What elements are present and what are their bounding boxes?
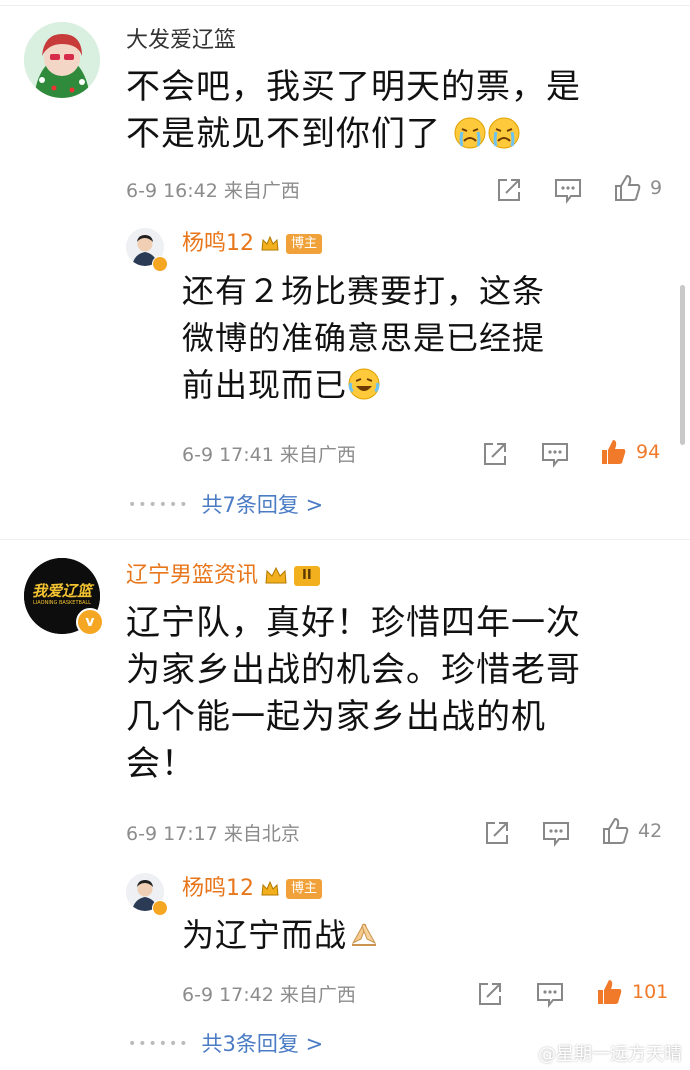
comment-button[interactable] xyxy=(540,439,570,473)
comment-icon xyxy=(555,179,581,204)
share-icon xyxy=(484,443,506,465)
comment-username[interactable]: 大发爱辽篮 xyxy=(126,27,236,55)
reply-author-row: 杨鸣12 博主 xyxy=(182,230,323,258)
level-badge: II xyxy=(294,566,320,586)
thumbs-up-icon xyxy=(615,174,641,201)
comment-text-line: 不会吧，我买了明天的票，是 xyxy=(126,67,581,107)
like-count: 42 xyxy=(638,820,663,842)
avatar-logo-subtext: LIAONING BASKETBALL xyxy=(33,600,91,606)
avatar[interactable] xyxy=(24,22,100,98)
comment-text-line: 会！ xyxy=(126,744,196,784)
share-button[interactable] xyxy=(480,439,510,473)
thumbs-up-filled-icon xyxy=(598,980,622,1004)
comment-text: 辽宁队，真好！珍惜四年一次 为家乡出战的机会。珍惜老哥 几个能一起为家乡出战的机… xyxy=(126,600,686,788)
clasped-hands-icon xyxy=(347,917,381,951)
verified-icon xyxy=(152,256,168,272)
share-icon xyxy=(479,983,501,1005)
crying-face-icon xyxy=(487,116,521,150)
reply-text: 还有２场比赛要打，这条 微博的准确意思是已经提 前出现而已 xyxy=(182,268,662,409)
reply-text-line: 为辽宁而战 xyxy=(182,916,348,954)
more-replies-row[interactable]: •••••• 共3条回复 > xyxy=(128,1031,323,1057)
like-button[interactable]: 101 xyxy=(594,977,668,1007)
comment-button[interactable] xyxy=(541,818,571,852)
author-badge: 博主 xyxy=(286,234,323,254)
avatar-logo-text: 我爱辽篮 xyxy=(31,582,92,600)
more-replies-link[interactable]: 共7条回复 > xyxy=(202,492,324,518)
crown-icon xyxy=(261,880,279,896)
reply-text-line: 前出现而已 xyxy=(182,366,348,404)
watermark: @星期一远方天晴 xyxy=(512,1040,682,1066)
comment-text-line: 为家乡出战的机会。珍惜老哥 xyxy=(126,650,581,690)
comment-username[interactable]: 辽宁男篮资讯 xyxy=(126,562,258,590)
thumbs-up-icon xyxy=(603,817,629,844)
avatar-illustration xyxy=(24,22,100,98)
comment-meta: 6-9 16:42 来自广西 xyxy=(126,180,300,202)
more-replies-link[interactable]: 共3条回复 > xyxy=(202,1031,324,1057)
dots-divider: •••••• xyxy=(128,1036,190,1052)
like-count: 94 xyxy=(636,441,661,463)
like-button[interactable]: 42 xyxy=(600,816,662,846)
reply-text-line-with-emoji: 为辽宁而战 xyxy=(182,912,662,959)
reply-meta: 6-9 17:41 来自广西 xyxy=(182,444,356,466)
scrollbar[interactable] xyxy=(680,285,685,445)
comment-button[interactable] xyxy=(553,175,583,209)
crown-icon xyxy=(265,566,287,584)
share-icon xyxy=(498,179,520,201)
comment-divider xyxy=(0,539,690,540)
reply-text-line: 微博的准确意思是已经提 xyxy=(182,319,546,357)
comment-text-line: 辽宁队，真好！珍惜四年一次 xyxy=(126,603,581,643)
crown-icon xyxy=(261,235,279,251)
share-icon xyxy=(486,822,508,844)
comment-text-line: 几个能一起为家乡出战的机 xyxy=(126,697,546,737)
watermark-text: @星期一远方天晴 xyxy=(538,1044,682,1065)
like-button[interactable]: 94 xyxy=(598,437,660,467)
comment-icon xyxy=(537,983,563,1008)
comment-button[interactable] xyxy=(535,979,565,1013)
reply-author-row: 杨鸣12 博主 xyxy=(182,875,323,903)
like-count: 101 xyxy=(632,981,669,1003)
author-row: 辽宁男篮资讯 II xyxy=(126,562,320,590)
comment-icon xyxy=(542,443,568,468)
comment-text-line: 不是就见不到你们了 xyxy=(126,114,441,154)
weibo-logo-icon xyxy=(512,1045,533,1062)
reply-username[interactable]: 杨鸣12 xyxy=(182,230,254,258)
top-divider xyxy=(0,5,690,6)
reply-text: 为辽宁而战 xyxy=(182,912,662,959)
comment-text: 不会吧，我买了明天的票，是 不是就见不到你们了 xyxy=(126,64,676,158)
reply-text-line-with-emoji: 前出现而已 xyxy=(182,362,662,409)
reply-text-line: 还有２场比赛要打，这条 xyxy=(182,272,546,310)
dots-divider: •••••• xyxy=(128,497,190,513)
laughing-tears-icon xyxy=(347,367,381,401)
share-button[interactable] xyxy=(482,818,512,852)
comment-meta: 6-9 17:17 来自北京 xyxy=(126,823,300,845)
comment-icon xyxy=(543,822,569,847)
reply-meta: 6-9 17:42 来自广西 xyxy=(182,984,356,1006)
like-button[interactable]: 9 xyxy=(612,173,662,203)
comment-text-line-with-emoji: 不是就见不到你们了 xyxy=(126,111,676,158)
share-button[interactable] xyxy=(494,175,524,209)
more-replies-row[interactable]: •••••• 共7条回复 > xyxy=(128,492,323,518)
like-count: 9 xyxy=(650,177,663,199)
verified-icon xyxy=(152,900,168,916)
reply-username[interactable]: 杨鸣12 xyxy=(182,875,254,903)
thumbs-up-filled-icon xyxy=(602,440,626,464)
crying-face-icon xyxy=(453,116,487,150)
verified-icon: v xyxy=(76,608,104,636)
author-badge: 博主 xyxy=(286,879,323,899)
share-button[interactable] xyxy=(475,979,505,1013)
